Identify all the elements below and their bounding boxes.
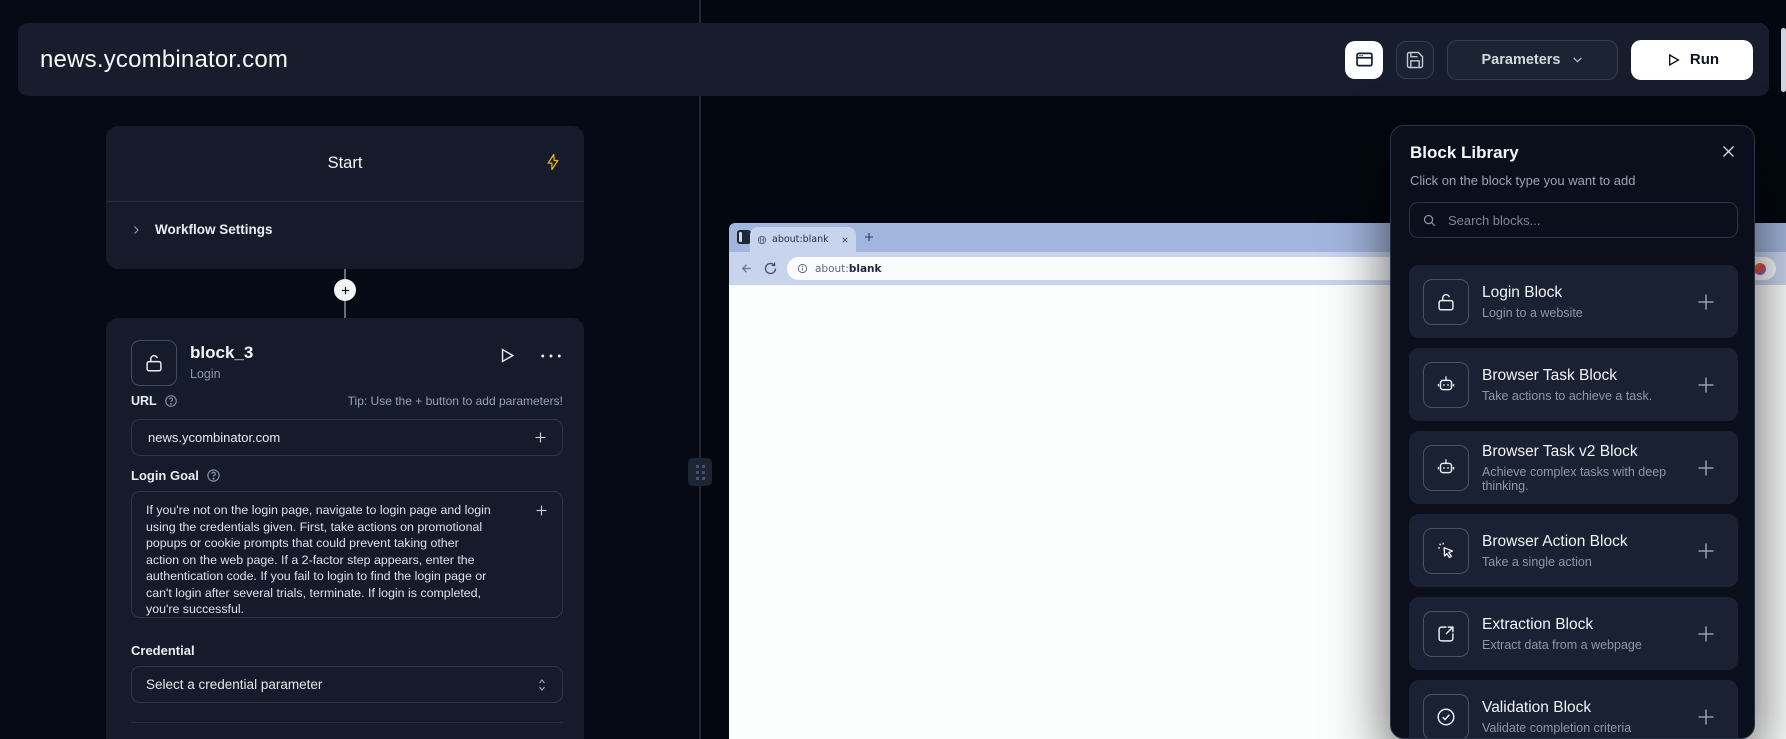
parameters-label: Parameters (1482, 52, 1561, 68)
login-block-node[interactable]: block_3 Login URL Tip: Use the + button … (106, 318, 584, 739)
login-goal-textarea[interactable]: If you're not on the login page, navigat… (131, 491, 563, 618)
parameters-button[interactable]: Parameters (1447, 40, 1618, 80)
workflow-settings-label: Workflow Settings (155, 222, 273, 237)
add-block-icon[interactable] (1696, 624, 1716, 644)
close-icon[interactable] (1720, 143, 1737, 160)
block-library-title: Block Library (1410, 143, 1519, 163)
login-goal-label: Login Goal (131, 468, 199, 483)
block-item-description: Take a single action (1482, 555, 1628, 569)
browser-view-button[interactable] (1345, 41, 1383, 79)
save-icon (1405, 50, 1425, 70)
search-input[interactable] (1409, 202, 1738, 238)
add-url-parameter-icon[interactable] (533, 430, 548, 445)
block-item-description: Validate completion criteria (1482, 721, 1631, 735)
block-item-title: Extraction Block (1482, 616, 1642, 634)
block-menu-icon[interactable] (540, 353, 562, 359)
select-chevrons-icon (536, 678, 548, 692)
lightning-icon (544, 152, 562, 172)
browser-profile-avatar[interactable] (1754, 263, 1766, 275)
login-goal-help-icon[interactable] (206, 468, 221, 483)
credential-label: Credential (131, 643, 195, 658)
url-input-field[interactable] (146, 429, 533, 446)
list-item-browser-task-v2-block[interactable]: Browser Task v2 Block Achieve complex ta… (1409, 431, 1738, 504)
search-icon (1422, 213, 1437, 228)
extract-icon (1423, 611, 1469, 657)
play-icon (1665, 52, 1681, 68)
block-type-label: Login (190, 367, 253, 381)
robot-icon (1423, 445, 1469, 491)
page-info-icon[interactable] (797, 263, 808, 274)
chevron-down-icon (1571, 53, 1584, 66)
block-item-title: Login Block (1482, 284, 1583, 302)
block-name: block_3 (190, 343, 253, 363)
block-item-description: Extract data from a webpage (1482, 638, 1642, 652)
address-prefix: about: (815, 263, 849, 275)
new-tab-icon[interactable] (863, 231, 875, 243)
lock-icon (1423, 279, 1469, 325)
start-node-title: Start (106, 154, 584, 173)
block-item-title: Browser Task v2 Block (1482, 443, 1683, 461)
block-library-panel: Block Library Click on the block type yo… (1390, 125, 1755, 739)
add-block-icon[interactable] (1696, 375, 1716, 395)
panel-resize-handle[interactable] (688, 458, 712, 486)
list-item-login-block[interactable]: Login Block Login to a website (1409, 265, 1738, 338)
search-input-field[interactable] (1446, 212, 1725, 229)
url-label: URL (131, 394, 157, 408)
check-circle-icon (1423, 694, 1469, 739)
list-item-browser-action-block[interactable]: Browser Action Block Take a single actio… (1409, 514, 1738, 587)
app-header: news.ycombinator.com Parameters (18, 23, 1769, 96)
login-goal-text: If you're not on the login page, navigat… (146, 502, 494, 618)
address-host: blank (849, 263, 882, 275)
add-block-icon[interactable] (1696, 292, 1716, 312)
block-item-description: Login to a website (1482, 306, 1583, 320)
add-block-icon[interactable] (1696, 458, 1716, 478)
robot-icon (1423, 362, 1469, 408)
list-item-browser-task-block[interactable]: Browser Task Block Take actions to achie… (1409, 348, 1738, 421)
tab-title: about:blank (772, 234, 836, 245)
workflow-settings-toggle[interactable]: Workflow Settings (130, 222, 273, 237)
save-button[interactable] (1396, 41, 1434, 79)
lock-icon (131, 340, 177, 386)
list-item-extraction-block[interactable]: Extraction Block Extract data from a web… (1409, 597, 1738, 670)
list-item-validation-block[interactable]: Validation Block Validate completion cri… (1409, 680, 1738, 739)
credential-select-value: Select a credential parameter (146, 677, 322, 692)
globe-favicon-icon (757, 235, 767, 245)
cursor-click-icon (1423, 528, 1469, 574)
add-block-icon[interactable] (1696, 707, 1716, 727)
chevron-right-icon (130, 224, 142, 236)
run-block-icon[interactable] (497, 346, 516, 365)
browser-window-icon (1354, 49, 1375, 70)
add-block-between-button[interactable] (334, 279, 356, 301)
browser-tab[interactable]: about:blank (750, 227, 856, 252)
panel-divider (699, 0, 701, 739)
add-goal-parameter-icon[interactable] (534, 503, 549, 518)
start-node[interactable]: Start Workflow Settings (106, 126, 584, 269)
url-input[interactable] (131, 419, 563, 456)
page-scrollbar[interactable] (1781, 28, 1786, 92)
workflow-builder-app: about:blank about:blank (0, 0, 1786, 739)
block-item-description: Take actions to achieve a task. (1482, 389, 1652, 403)
run-button[interactable]: Run (1631, 40, 1753, 80)
parameters-tip: Tip: Use the + button to add parameters! (348, 394, 563, 408)
workflow-title: news.ycombinator.com (40, 46, 288, 74)
block-library-list: Login Block Login to a website Browser T… (1409, 265, 1738, 739)
browser-sidepanel-icon[interactable] (737, 230, 751, 244)
block-item-title: Browser Action Block (1482, 533, 1628, 551)
block-library-subtitle: Click on the block type you want to add (1410, 173, 1635, 188)
url-help-icon[interactable] (164, 394, 178, 408)
block-item-description: Achieve complex tasks with deep thinking… (1482, 465, 1683, 493)
back-icon[interactable] (739, 261, 754, 276)
block-item-title: Validation Block (1482, 699, 1631, 717)
credential-select[interactable]: Select a credential parameter (131, 666, 563, 703)
run-label: Run (1690, 51, 1719, 68)
reload-icon[interactable] (763, 261, 778, 276)
tab-close-icon[interactable] (841, 236, 849, 244)
add-block-icon[interactable] (1696, 541, 1716, 561)
block-item-title: Browser Task Block (1482, 367, 1652, 385)
